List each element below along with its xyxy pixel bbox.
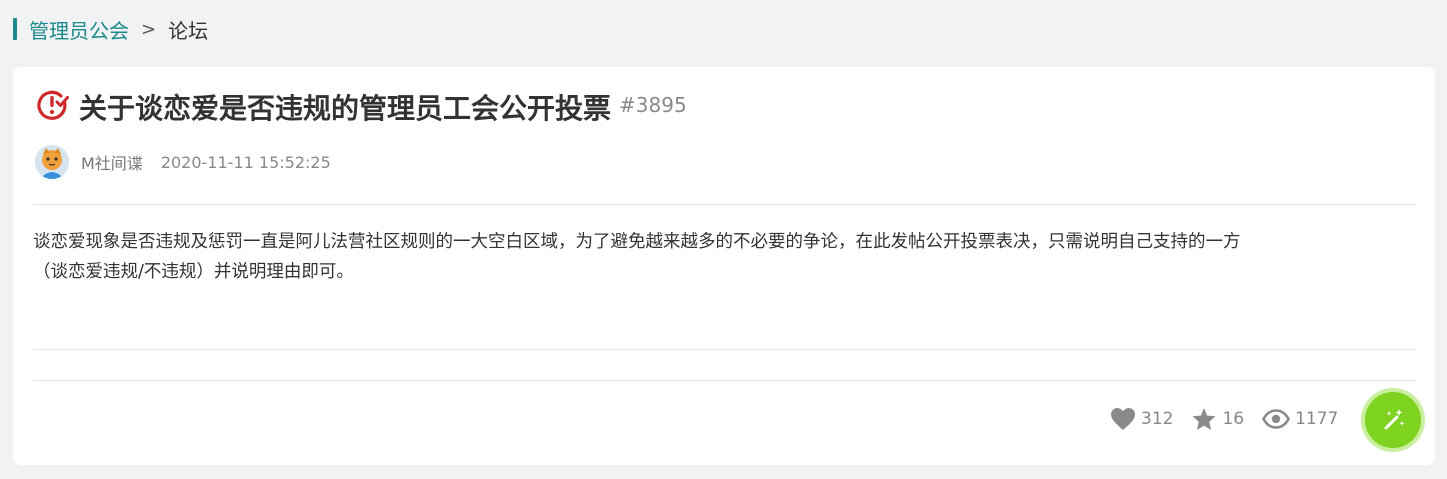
magic-wand-icon (1384, 409, 1405, 430)
post-title: 关于谈恋爱是否违规的管理员工会公开投票 (79, 92, 612, 125)
post-id: #3895 (619, 93, 687, 117)
post-timestamp: 2020-11-11 15:52:25 (160, 152, 331, 172)
divider (33, 349, 1416, 350)
views-stat: 1177 (1262, 409, 1338, 429)
author-name[interactable]: M社间谍 (81, 150, 143, 174)
star-button[interactable]: 16 (1191, 407, 1244, 431)
eye-icon (1262, 409, 1291, 429)
post-header: 关于谈恋爱是否违规的管理员工会公开投票 #3895 (35, 87, 687, 127)
star-icon (1192, 408, 1216, 430)
alert-clock-icon (37, 90, 69, 120)
breadcrumb-parent-link[interactable]: 管理员公会 (29, 15, 129, 44)
heart-icon (1111, 408, 1135, 430)
like-button[interactable]: 312 (1110, 407, 1173, 431)
post-stats: 312 16 1177 (1110, 407, 1356, 431)
avatar[interactable] (35, 145, 69, 179)
avatar-image (35, 145, 69, 179)
like-count: 312 (1141, 409, 1174, 429)
divider (33, 380, 1416, 381)
star-count: 16 (1222, 409, 1245, 429)
post-body-line: （谈恋爱违规/不违规）并说明理由即可。 (33, 262, 354, 282)
view-count: 1177 (1295, 409, 1339, 429)
divider (33, 204, 1416, 205)
breadcrumb-marker (13, 18, 17, 40)
breadcrumb: 管理员公会 > 论坛 (13, 14, 208, 44)
breadcrumb-current: 论坛 (168, 18, 209, 43)
magic-action-button[interactable] (1365, 392, 1421, 448)
post-meta: M社间谍 2020-11-11 15:52:25 (35, 145, 331, 179)
post-body-line: 谈恋爱现象是否违规及惩罚一直是阿儿法营社区规则的一大空白区域，为了避免越来越多的… (33, 232, 1241, 252)
post-body: 谈恋爱现象是否违规及惩罚一直是阿儿法营社区规则的一大空白区域，为了避免越来越多的… (33, 227, 1423, 287)
breadcrumb-separator: > (141, 18, 157, 40)
post-card: 关于谈恋爱是否违规的管理员工会公开投票 #3895 M社间谍 2020-11-1… (13, 67, 1435, 465)
